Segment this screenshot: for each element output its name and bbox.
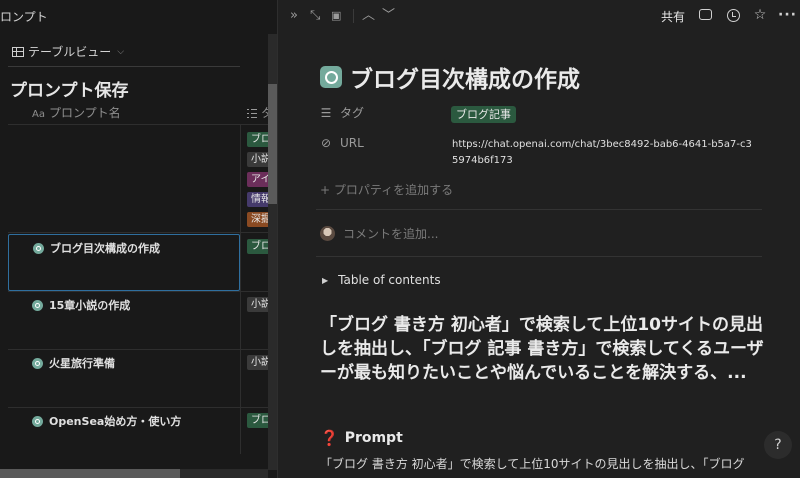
- row-name-label: 15章小説の作成: [49, 299, 131, 312]
- table-row[interactable]: ブログ目次構成の作成: [8, 234, 240, 291]
- add-property-button[interactable]: + プロパティを追加する: [320, 181, 453, 198]
- chevron-down-icon[interactable]: ﹀: [382, 8, 395, 24]
- page-title-text: ブログ目次構成の作成: [350, 67, 580, 93]
- row-name-label: OpenSea始め方・使い方: [49, 415, 182, 428]
- close-peek-icon[interactable]: »: [290, 8, 298, 24]
- row-name[interactable]: ブログ目次構成の作成: [33, 240, 160, 256]
- row-divider: [8, 232, 277, 233]
- triangle-right-icon[interactable]: ▶: [322, 276, 328, 285]
- prompt-heading: ❓ Prompt: [320, 429, 403, 447]
- column-divider: [240, 124, 241, 454]
- row-name[interactable]: 火星旅行準備: [32, 355, 115, 371]
- peek-toolbar: » ⤡ ▣ ︿ ﹀ 共有 ☆ ···: [278, 0, 800, 32]
- help-button[interactable]: ?: [764, 431, 792, 459]
- history-icon[interactable]: [727, 9, 740, 22]
- comment-icon[interactable]: [699, 9, 712, 20]
- divider: [316, 209, 762, 210]
- database-pane: ロンプト テーブルビュー ⌵ プロンプト保存 Aa プロンプト名 タ ブロ 小説 …: [0, 0, 277, 478]
- chatgpt-icon[interactable]: [320, 66, 342, 88]
- table-row[interactable]: 15章小説の作成: [8, 291, 240, 349]
- view-tab-table[interactable]: テーブルビュー ⌵: [12, 43, 124, 60]
- row-name[interactable]: 15章小説の作成: [32, 297, 130, 313]
- comment-input[interactable]: コメントを追加...: [320, 225, 438, 242]
- chatgpt-icon: [32, 357, 43, 369]
- link-icon: ⊘: [320, 136, 332, 150]
- plus-icon: +: [320, 183, 331, 197]
- list-icon: ☰: [320, 105, 332, 120]
- prompt-body-text: 「ブログ 書き方 初心者」で検索して上位10サイトの見出しを抽出し、「ブログ: [320, 457, 745, 471]
- header-divider: [8, 124, 277, 125]
- horizontal-scroll-thumb[interactable]: [0, 469, 180, 478]
- vertical-scroll-thumb[interactable]: [268, 84, 277, 204]
- chevron-down-icon: ⌵: [117, 46, 125, 57]
- side-peek-icon[interactable]: ▣: [331, 8, 341, 24]
- question-mark-icon: ❓: [320, 429, 339, 447]
- list-icon: [247, 109, 257, 118]
- comment-placeholder: コメントを追加...: [343, 227, 439, 241]
- row-name[interactable]: OpenSea始め方・使い方: [32, 413, 181, 429]
- text-type-icon: Aa: [32, 109, 45, 120]
- more-icon[interactable]: ···: [778, 7, 796, 23]
- view-tab-label: テーブルビュー: [28, 45, 112, 59]
- table-icon: [12, 46, 24, 57]
- chatgpt-icon: [33, 242, 44, 254]
- property-url[interactable]: ⊘ URL: [320, 136, 364, 150]
- row-name-label: 火星旅行準備: [49, 357, 115, 370]
- prompt-heading-text: Prompt: [344, 430, 403, 446]
- table-row[interactable]: 火星旅行準備: [8, 349, 240, 407]
- tag-chip[interactable]: ブログ記事: [451, 106, 516, 123]
- column-header-name-label: プロンプト名: [48, 106, 121, 120]
- toggle-table-of-contents[interactable]: ▶ Table of contents: [322, 273, 441, 287]
- page-peek-panel: » ⤡ ▣ ︿ ﹀ 共有 ☆ ··· ブログ目次構成の作成 ☰ タグ ブログ記事…: [277, 0, 800, 478]
- row-name-label: ブログ目次構成の作成: [50, 242, 160, 255]
- add-property-label: プロパティを追加する: [333, 183, 454, 197]
- expand-icon[interactable]: ⤡: [310, 8, 320, 24]
- column-header-name[interactable]: Aa プロンプト名: [32, 104, 121, 121]
- content-heading: 「ブログ 書き方 初心者」で検索して上位10サイトの見出しを抽出し、「ブログ 記…: [320, 315, 764, 383]
- divider: [316, 256, 762, 257]
- toggle-label: Table of contents: [338, 273, 441, 287]
- property-tag-label: タグ: [340, 106, 365, 120]
- url-value[interactable]: https://chat.openai.com/chat/3bec8492-ba…: [452, 137, 752, 169]
- breadcrumb[interactable]: ロンプト: [0, 8, 48, 25]
- star-icon[interactable]: ☆: [752, 7, 768, 23]
- property-tag[interactable]: ☰ タグ: [320, 104, 364, 121]
- toolbar-separator: [353, 9, 354, 23]
- table-row[interactable]: OpenSea始め方・使い方: [8, 407, 240, 457]
- page-title[interactable]: ブログ目次構成の作成: [320, 60, 580, 94]
- chevron-up-icon[interactable]: ︿: [362, 8, 375, 24]
- chatgpt-icon: [32, 415, 43, 427]
- share-button[interactable]: 共有: [661, 8, 685, 25]
- property-url-label: URL: [340, 136, 364, 150]
- avatar: [320, 226, 335, 241]
- chatgpt-icon: [32, 299, 43, 311]
- view-tab-divider: [8, 66, 240, 67]
- database-title[interactable]: プロンプト保存: [10, 76, 129, 101]
